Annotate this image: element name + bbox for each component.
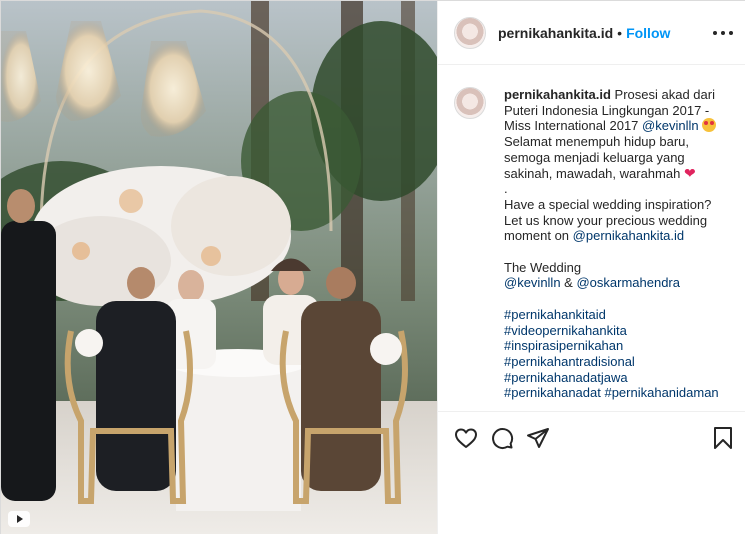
share-icon[interactable] <box>526 426 550 450</box>
post-actions-bar <box>438 411 745 463</box>
heart-emoji: ❤ <box>683 164 696 181</box>
comments-area[interactable]: pernikahankita.id Prosesi akad dari Pute… <box>438 65 745 411</box>
wedding-scene-image <box>1 1 437 534</box>
heart-icon[interactable] <box>454 426 478 450</box>
caption-mention[interactable]: @oskarmahendra <box>576 275 680 290</box>
caption-text: Selamat menempuh hidup baru, semoga menj… <box>504 134 693 181</box>
post-side-panel: pernikahankita.id • Follow pernikahankit… <box>437 1 745 534</box>
more-horizontal-icon[interactable] <box>713 23 733 43</box>
comment-icon[interactable] <box>490 426 514 450</box>
header-username[interactable]: pernikahankita.id <box>498 25 613 41</box>
caption-text: The Wedding <box>504 259 582 275</box>
caption-row: pernikahankita.id Prosesi akad dari Pute… <box>454 87 731 401</box>
post-media-video[interactable] <box>1 1 437 534</box>
follow-button[interactable]: Follow <box>626 25 670 41</box>
caption-mention[interactable]: @pernikahankita.id <box>573 228 684 243</box>
hashtag-link[interactable]: #pernikahanadatjawa <box>504 370 628 385</box>
instagram-post: pernikahankita.id • Follow pernikahankit… <box>0 0 745 534</box>
video-camera-icon <box>7 507 31 531</box>
hashtag-link[interactable]: #pernikahanadat #pernikahanidaman <box>504 385 719 400</box>
avatar[interactable] <box>454 16 486 49</box>
avatar[interactable] <box>454 87 486 119</box>
hashtag-link[interactable]: #videopernikahankita <box>504 323 627 338</box>
hashtag-link[interactable]: #pernikahankitaid <box>504 307 606 322</box>
caption-text: & <box>560 275 577 291</box>
hashtag-link[interactable]: #pernikahantradisional <box>504 354 635 369</box>
caption-mention[interactable]: @kevinlln <box>642 118 699 133</box>
bookmark-icon[interactable] <box>711 426 735 450</box>
star-struck-emoji <box>702 118 717 133</box>
caption-username[interactable]: pernikahankita.id <box>504 87 611 102</box>
caption-mention[interactable]: @kevinlln <box>504 275 561 290</box>
header-separator: • <box>617 24 623 41</box>
hashtag-link[interactable]: #inspirasipernikahan <box>504 338 623 353</box>
post-header: pernikahankita.id • Follow <box>438 1 745 65</box>
post-caption: pernikahankita.id Prosesi akad dari Pute… <box>504 87 731 401</box>
